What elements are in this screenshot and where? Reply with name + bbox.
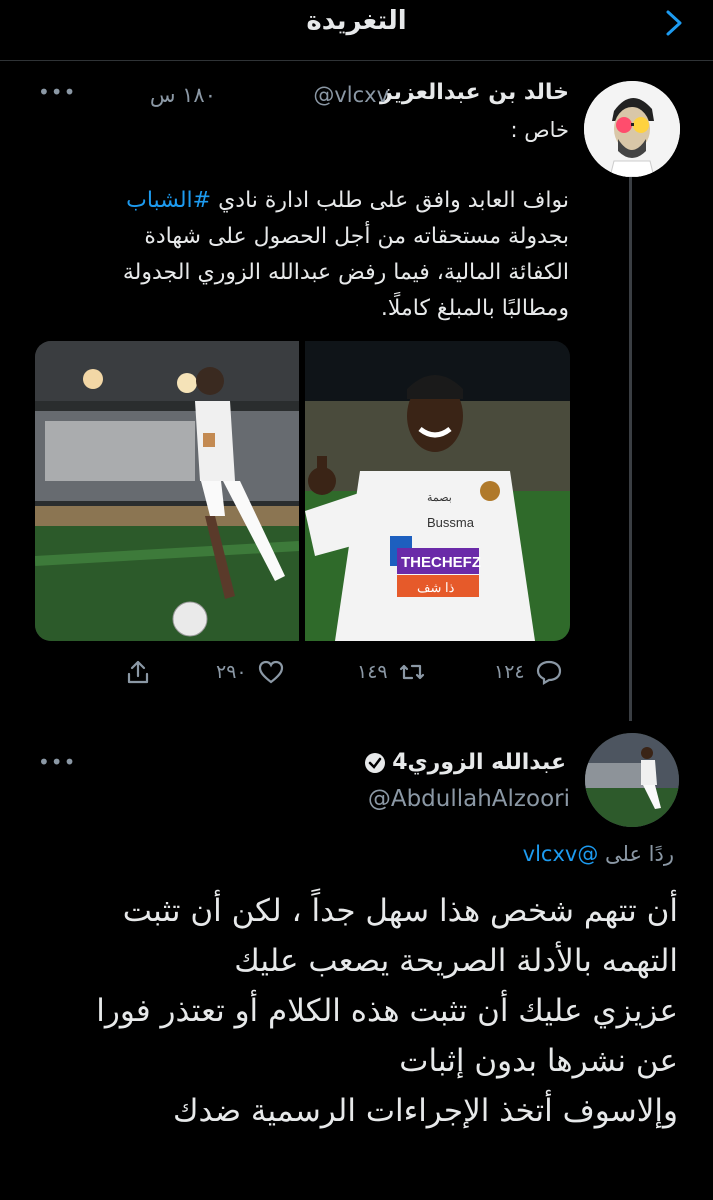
- avatar-player-photo: [585, 733, 679, 827]
- thread-connector-line: [629, 176, 632, 721]
- page-title: التغريدة: [306, 6, 407, 36]
- tweet-line: وإلاسوف أتخذ الإجراءات الرسمية ضدك: [172, 1093, 678, 1129]
- jersey-brand-ar: بصمة: [427, 492, 452, 504]
- tweet-line: التهمه بالأدلة الصريحة يصعب عليك: [234, 943, 678, 979]
- tweet-timestamp: ١٨٠ س: [149, 83, 216, 107]
- verified-badge-icon: [365, 752, 386, 773]
- author-handle[interactable]: @AbdullahAlzoori: [368, 786, 570, 812]
- tweet-line: أن تتهم شخص هذا سهل جداً ، لكن أن تثبت: [122, 893, 678, 929]
- tweet-line: بجدولة مستحقاته من أجل الحصول على شهادة: [144, 224, 569, 249]
- tweet-text: أن تتهم شخص هذا سهل جداً ، لكن أن تثبت ا…: [28, 886, 678, 1136]
- jersey-sponsor-text: Bussma: [427, 515, 475, 530]
- jersey-chefz-ar: ذا شف: [417, 580, 455, 595]
- tweet-line: عن نشرها بدون إثبات: [399, 1043, 678, 1079]
- player-photo-dribbling[interactable]: [35, 341, 300, 641]
- share-icon: [127, 660, 149, 684]
- tweet-subtitle: خاص :: [510, 118, 569, 142]
- tweet-actions: ١٢٤ ١٤٩ ٢٩٠: [0, 652, 713, 696]
- hashtag-link[interactable]: #الشباب: [126, 188, 211, 213]
- tweet-media[interactable]: بصمة Bussma THECHEFZ ذا شف: [35, 341, 570, 641]
- replying-to-link[interactable]: @vlcxv: [523, 842, 599, 866]
- tweet-text: نواف العابد وافق على طلب ادارة نادي #الش…: [49, 183, 569, 327]
- jersey-chefz-logo: THECHEFZ: [401, 554, 481, 571]
- author-handle[interactable]: @vlcxv: [313, 83, 389, 107]
- author-name[interactable]: خالد بن عبدالعزيز: [380, 80, 569, 105]
- retweet-button[interactable]: ١٤٩: [357, 652, 426, 692]
- tweet-line: عزيزي عليك أن تثبت هذه الكلام أو تعتذر ف…: [96, 993, 678, 1029]
- like-button[interactable]: ٢٩٠: [216, 652, 285, 692]
- avatar[interactable]: [585, 733, 679, 827]
- tweet-line: نواف العابد وافق على طلب ادارة نادي #الش…: [126, 188, 569, 213]
- reply-button[interactable]: ١٢٤: [494, 652, 563, 692]
- retweet-count: ١٤٩: [357, 661, 388, 683]
- back-chevron-icon[interactable]: [658, 8, 688, 38]
- top-bar: التغريدة: [0, 0, 713, 61]
- replying-to: ردًا على @vlcxv: [522, 842, 674, 866]
- reply-count: ١٢٤: [494, 661, 525, 683]
- author-name[interactable]: عبدالله الزوري4: [364, 750, 566, 775]
- avatar[interactable]: [584, 81, 680, 177]
- tweet-line: ومطالبًا بالمبلغ كاملًا.: [380, 296, 569, 321]
- retweet-icon: [399, 664, 424, 680]
- heart-icon: [258, 660, 283, 684]
- like-count: ٢٩٠: [216, 661, 247, 683]
- more-options-icon[interactable]: •••: [38, 750, 76, 774]
- tweet-line: الكفائة المالية، فيما رفض عبدالله الزوري…: [122, 260, 569, 285]
- avatar-illustration-icon: [584, 81, 680, 177]
- more-options-icon[interactable]: •••: [38, 80, 76, 104]
- reply-icon: [536, 660, 561, 685]
- player-photo-thumbs-up[interactable]: بصمة Bussma THECHEFZ ذا شف: [305, 341, 570, 641]
- share-button[interactable]: [124, 652, 152, 692]
